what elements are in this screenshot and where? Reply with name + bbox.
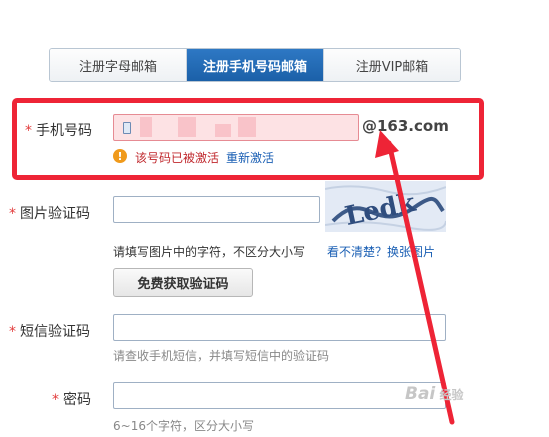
captcha-label: * 图片验证码	[9, 203, 90, 223]
captcha-image[interactable]: Ledk	[325, 181, 446, 232]
password-label: * 密码	[52, 389, 91, 409]
register-type-tabs: 注册字母邮箱 注册手机号码邮箱 注册VIP邮箱	[49, 48, 461, 82]
captcha-graphic: Ledk	[325, 181, 446, 232]
sms-code-input[interactable]	[113, 314, 446, 341]
captcha-hint: 请填写图片中的字符，不区分大小写	[113, 245, 306, 259]
password-label-text: 密码	[63, 392, 91, 408]
captcha-input[interactable]	[113, 196, 320, 223]
get-sms-code-button[interactable]: 免费获取验证码	[113, 268, 253, 297]
password-input[interactable]	[113, 382, 446, 409]
watermark-logo: Bai 经验	[405, 384, 463, 404]
tab-phone-email[interactable]: 注册手机号码邮箱	[187, 49, 324, 81]
required-mark: *	[52, 392, 59, 408]
required-mark: *	[9, 324, 16, 340]
watermark-text: 经验	[439, 388, 464, 402]
tab-letter-email[interactable]: 注册字母邮箱	[50, 49, 187, 81]
sms-label-text: 短信验证码	[20, 324, 90, 340]
tab-vip-email[interactable]: 注册VIP邮箱	[324, 49, 460, 81]
watermark-logo-text: Bai	[405, 384, 436, 404]
highlight-box	[12, 98, 484, 180]
sms-label: * 短信验证码	[9, 321, 90, 341]
sms-hint: 请查收手机短信，并填写短信中的验证码	[113, 349, 330, 363]
required-mark: *	[9, 206, 16, 222]
refresh-captcha-link[interactable]: 看不清楚？换张图片	[327, 243, 435, 260]
password-hint: 6~16个字符，区分大小写	[113, 419, 254, 433]
captcha-label-text: 图片验证码	[20, 206, 90, 222]
